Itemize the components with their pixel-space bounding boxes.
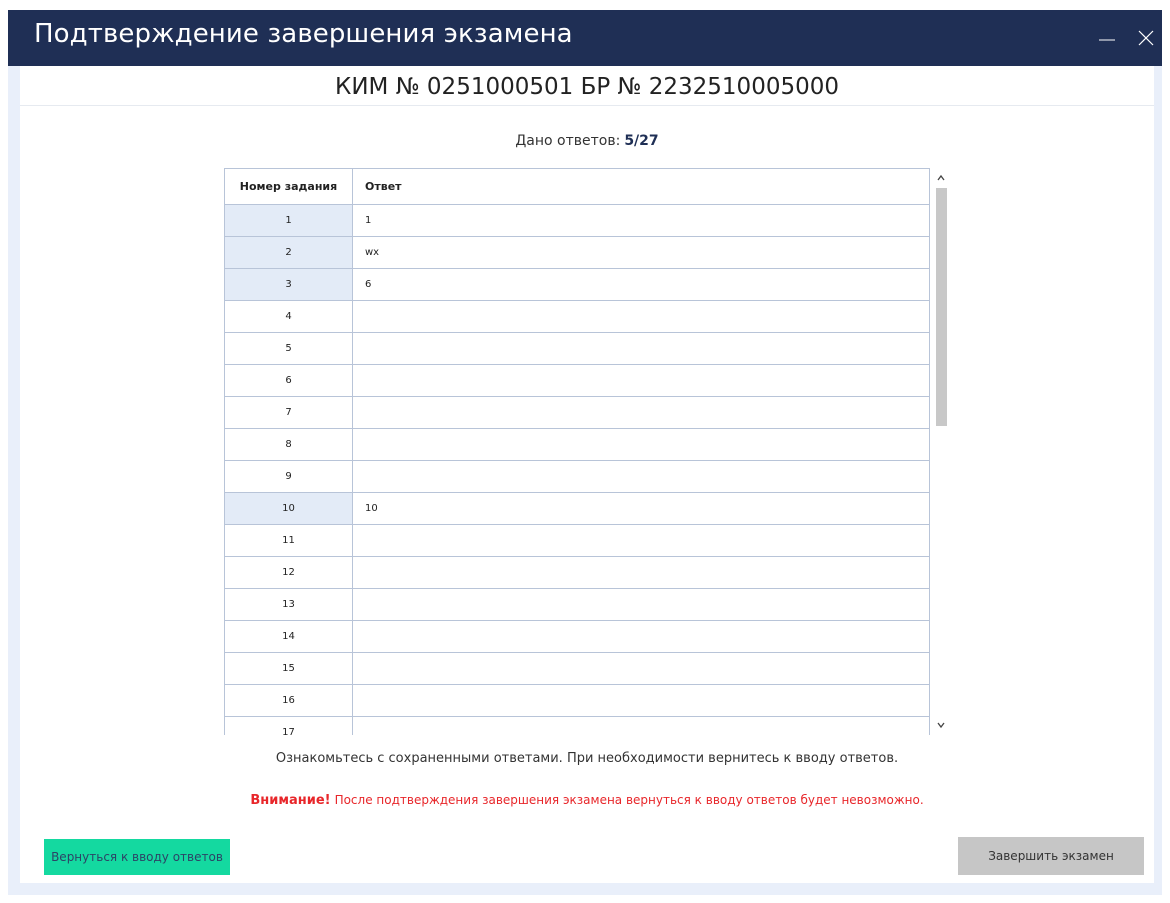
- answer-cell: [352, 428, 930, 461]
- scroll-thumb[interactable]: [936, 188, 947, 426]
- task-number-cell: 17: [224, 716, 353, 735]
- table-row: 4: [224, 300, 930, 333]
- dialog-content: КИМ № 0251000501 БР № 2232510005000 Дано…: [20, 66, 1154, 883]
- table-row: 9: [224, 460, 930, 493]
- answer-cell: 1: [352, 204, 930, 237]
- table-row: 11: [224, 204, 930, 237]
- close-button[interactable]: [1132, 24, 1160, 52]
- answer-cell: [352, 332, 930, 365]
- table-row: 8: [224, 428, 930, 461]
- table-row: 2 wx: [224, 236, 930, 269]
- answer-cell: 10: [352, 492, 930, 525]
- task-number-cell: 2: [224, 236, 353, 269]
- minimize-icon: [1099, 39, 1115, 41]
- task-number-cell: 5: [224, 332, 353, 365]
- answers-table-container[interactable]: Номер задания Ответ 1 1 2 wx 3 6 4 5 6 7 8 9 10 10 11 1…: [224, 168, 952, 735]
- col-task-header: Номер задания: [224, 168, 353, 205]
- table-row: 7: [224, 396, 930, 429]
- answer-cell: 6: [352, 268, 930, 301]
- task-number-cell: 4: [224, 300, 353, 333]
- answers-count: Дано ответов: 5/27: [20, 133, 1154, 149]
- scroll-up-button[interactable]: [934, 170, 948, 186]
- window-title: Подтверждение завершения экзамена: [34, 19, 573, 49]
- answer-cell: [352, 364, 930, 397]
- table-row: 12: [224, 556, 930, 589]
- answers-table: Номер задания Ответ 1 1 2 wx 3 6 4 5 6 7 8 9 10 10 11 1…: [224, 168, 930, 735]
- chevron-down-icon: [937, 722, 945, 729]
- table-row: 36: [224, 268, 930, 301]
- answer-cell: [352, 524, 930, 557]
- table-row: 15: [224, 652, 930, 685]
- task-number-cell: 9: [224, 460, 353, 493]
- task-number-cell: 13: [224, 588, 353, 621]
- task-number-cell: 12: [224, 556, 353, 589]
- task-number-cell: 3: [224, 268, 353, 301]
- answer-cell: [352, 716, 930, 735]
- chevron-up-icon: [937, 174, 945, 181]
- task-number-cell: 15: [224, 652, 353, 685]
- warning-text: После подтверждения завершения экзамена …: [334, 793, 924, 807]
- task-number-cell: 7: [224, 396, 353, 429]
- answer-cell: [352, 620, 930, 653]
- answer-cell: [352, 556, 930, 589]
- table-row: 6: [224, 364, 930, 397]
- answer-cell: [352, 588, 930, 621]
- answers-count-label: Дано ответов:: [515, 133, 621, 149]
- table-header-row: Номер задания Ответ: [224, 168, 930, 205]
- kim-label: КИМ № 0251000501 БР № 2232510005000: [335, 74, 839, 100]
- task-number-cell: 8: [224, 428, 353, 461]
- answer-cell: wx: [352, 236, 930, 269]
- table-row: 17: [224, 716, 930, 735]
- table-row: 5: [224, 332, 930, 365]
- task-number-cell: 16: [224, 684, 353, 717]
- kim-header: КИМ № 0251000501 БР № 2232510005000: [20, 66, 1154, 106]
- task-number-cell: 11: [224, 524, 353, 557]
- back-to-answers-button[interactable]: Вернуться к вводу ответов: [44, 839, 230, 875]
- answer-cell: [352, 300, 930, 333]
- warning-message: Внимание! После подтверждения завершения …: [20, 793, 1154, 808]
- table-row: 13: [224, 588, 930, 621]
- close-icon: [1138, 30, 1154, 46]
- task-number-cell: 1: [224, 204, 353, 237]
- answers-count-value: 5/27: [624, 133, 659, 149]
- table-scrollbar[interactable]: [934, 168, 948, 735]
- task-number-cell: 14: [224, 620, 353, 653]
- task-number-cell: 6: [224, 364, 353, 397]
- task-number-cell: 10: [224, 492, 353, 525]
- table-row: 10 10: [224, 492, 930, 525]
- table-row: 14: [224, 620, 930, 653]
- title-bar: Подтверждение завершения экзамена: [8, 10, 1162, 66]
- answer-cell: [352, 460, 930, 493]
- warning-prefix: Внимание!: [250, 793, 331, 808]
- minimize-button[interactable]: [1093, 24, 1121, 52]
- answer-cell: [352, 396, 930, 429]
- table-row: 11: [224, 524, 930, 557]
- review-note: Ознакомьтесь с сохраненными ответами. Пр…: [275, 751, 899, 766]
- scroll-down-button[interactable]: [934, 717, 948, 733]
- answer-cell: [352, 684, 930, 717]
- finish-exam-button[interactable]: Завершить экзамен: [958, 837, 1144, 875]
- col-answer-header: Ответ: [352, 168, 930, 205]
- table-row: 16: [224, 684, 930, 717]
- answer-cell: [352, 652, 930, 685]
